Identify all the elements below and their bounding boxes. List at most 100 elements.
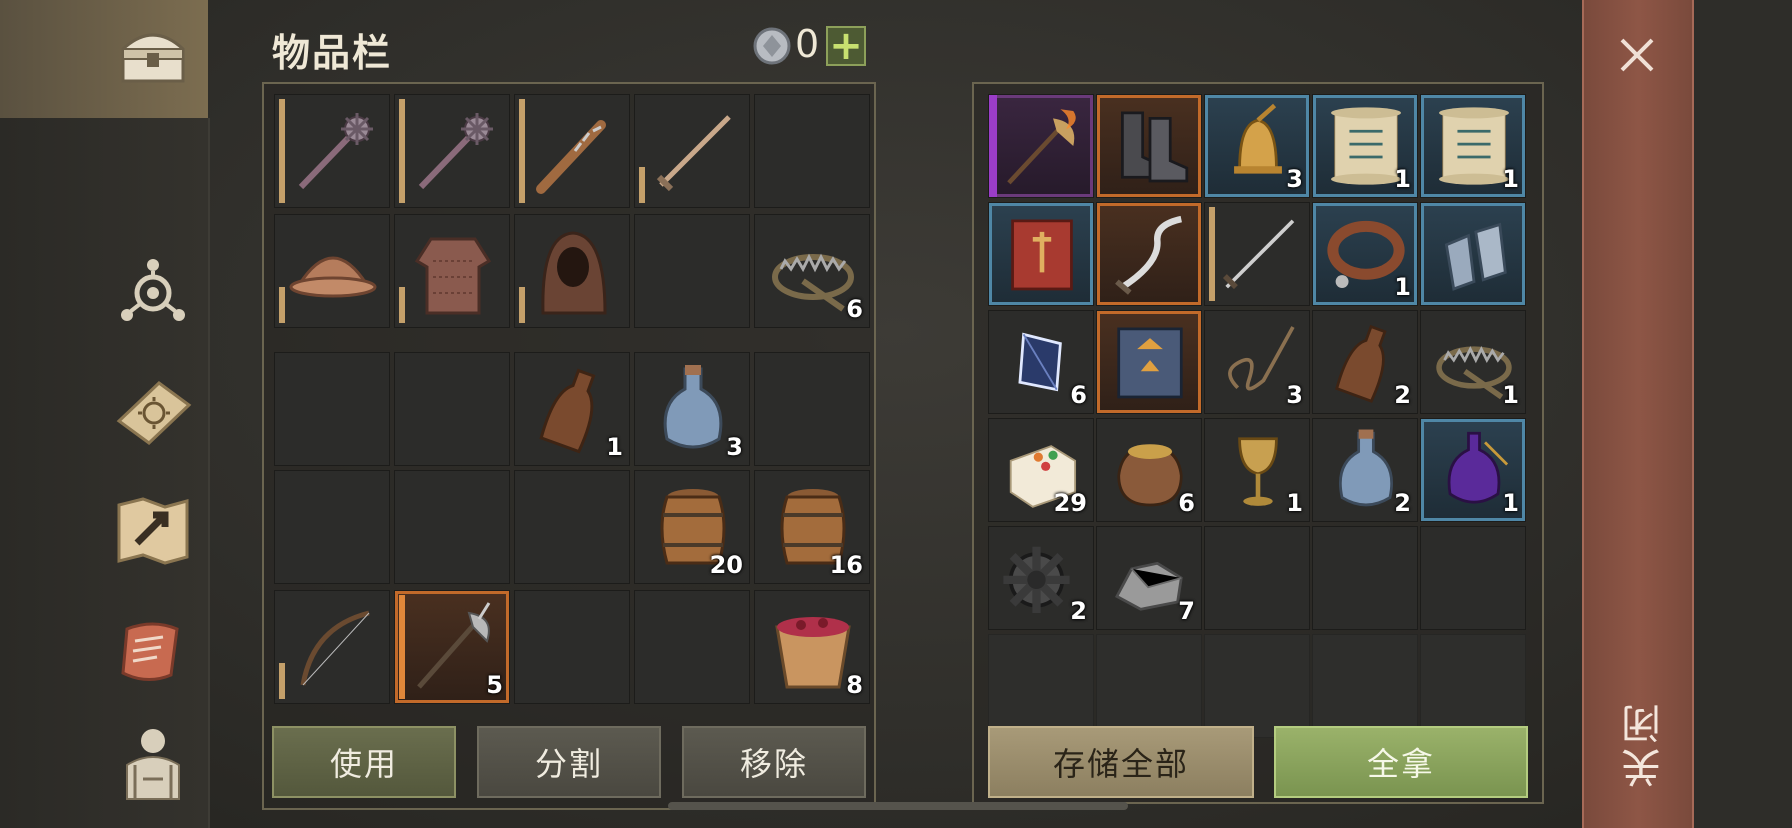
mace-icon — [298, 113, 373, 190]
bag-slot-empty[interactable] — [634, 590, 750, 704]
item-count: 1 — [1502, 381, 1519, 409]
storage-slot-grain-sack[interactable]: 6 — [1096, 418, 1202, 522]
item-count: 1 — [1286, 489, 1303, 517]
skills-icon[interactable] — [112, 250, 194, 332]
add-currency-button[interactable]: + — [826, 26, 866, 66]
side-nav — [0, 0, 210, 828]
equipment-slot-hood[interactable] — [514, 214, 630, 328]
item-count: 16 — [829, 551, 863, 579]
equipment-slot-sword[interactable] — [634, 94, 750, 208]
storage-slot-crystal[interactable]: 6 — [988, 310, 1094, 414]
item-count: 1 — [1394, 273, 1411, 301]
item-count: 3 — [1286, 381, 1303, 409]
equipment-slot-spiked-club[interactable] — [514, 94, 630, 208]
crafting-book-icon[interactable] — [112, 370, 194, 452]
storage-slot-rope[interactable]: 3 — [1204, 310, 1310, 414]
storage-slot-bottle[interactable]: 2 — [1312, 310, 1418, 414]
bag-slot-empty[interactable] — [274, 470, 390, 584]
close-label[interactable]: 关闭 — [1616, 700, 1674, 788]
bag-slot-empty[interactable] — [274, 352, 390, 466]
curved-blade-icon — [1115, 215, 1183, 295]
use-button[interactable]: 使用 — [272, 726, 456, 798]
bag-slot-barrel[interactable]: 16 — [754, 470, 870, 584]
red-book-icon — [1011, 219, 1073, 291]
storage-slot-curved-blade[interactable] — [1096, 202, 1202, 306]
chainmail-icon — [414, 237, 492, 315]
storage-slot-stone-ore[interactable]: 7 — [1096, 526, 1202, 630]
storage-slot-bell[interactable]: 3 — [1204, 94, 1310, 198]
bag-slot-berry-bucket[interactable]: 8 — [754, 590, 870, 704]
storage-slot-boots[interactable] — [1096, 94, 1202, 198]
storage-slot-flaming-axe[interactable] — [988, 94, 1094, 198]
hood-icon — [541, 231, 607, 315]
storage-slot-empty[interactable] — [1204, 634, 1310, 738]
currency-count: 0 — [795, 22, 820, 66]
storage-slot-gear-part[interactable]: 2 — [988, 526, 1094, 630]
equipment-slot-mace[interactable] — [274, 94, 390, 208]
storage-slot-scroll[interactable]: 1 — [1312, 94, 1418, 198]
storage-slot-red-book[interactable] — [988, 202, 1094, 306]
item-count: 29 — [1053, 489, 1087, 517]
item-count: 1 — [1502, 489, 1519, 517]
silver-coin-icon — [753, 27, 791, 65]
scroll-indicator[interactable] — [668, 802, 1128, 810]
mace-icon — [418, 113, 493, 190]
map-icon[interactable] — [112, 490, 194, 572]
storage-slot-longsword[interactable] — [1204, 202, 1310, 306]
equipment-slot-chainmail[interactable] — [394, 214, 510, 328]
quest-scroll-icon[interactable] — [112, 610, 194, 692]
storage-slot-cake[interactable]: 29 — [988, 418, 1094, 522]
storage-slot-collar[interactable]: 1 — [1312, 202, 1418, 306]
bag-slot-empty[interactable] — [514, 470, 630, 584]
storage-slot-bear-trap[interactable]: 1 — [1420, 310, 1526, 414]
item-count: 1 — [1394, 165, 1411, 193]
storage-slot-empty[interactable] — [1420, 526, 1526, 630]
equipment-slot-mace[interactable] — [394, 94, 510, 208]
storage-slot-goblet[interactable]: 1 — [1204, 418, 1310, 522]
store-all-button[interactable]: 存储全部 — [988, 726, 1254, 798]
remove-button[interactable]: 移除 — [682, 726, 866, 798]
storage-slot-scroll[interactable]: 1 — [1420, 94, 1526, 198]
character-icon[interactable] — [112, 720, 194, 802]
chest-icon[interactable] — [112, 14, 194, 96]
bag-slot-potion-flask[interactable]: 3 — [634, 352, 750, 466]
storage-slot-blue-book[interactable] — [1096, 310, 1202, 414]
bag-slot-bow[interactable] — [274, 590, 390, 704]
item-count: 6 — [846, 295, 863, 323]
bag-slot-halberd[interactable]: 5 — [394, 590, 510, 704]
storage-slot-gauntlets[interactable] — [1420, 202, 1526, 306]
storage-slot-empty[interactable] — [1312, 634, 1418, 738]
sword-icon — [656, 115, 731, 192]
storage-slot-empty[interactable] — [1096, 634, 1202, 738]
longsword-icon — [1222, 219, 1295, 290]
close-icon[interactable] — [1612, 30, 1662, 80]
bag-slot-empty[interactable] — [394, 470, 510, 584]
take-all-button[interactable]: 全拿 — [1274, 726, 1528, 798]
storage-slot-potion-flask[interactable]: 2 — [1312, 418, 1418, 522]
inventory-title: 物品栏 — [272, 31, 393, 75]
storage-slot-empty[interactable] — [1420, 634, 1526, 738]
equipment-slot-empty[interactable] — [754, 94, 870, 208]
item-count: 5 — [486, 671, 503, 699]
equipment-slot-helmet[interactable] — [274, 214, 390, 328]
item-count: 3 — [1286, 165, 1303, 193]
storage-slot-empty[interactable] — [1312, 526, 1418, 630]
storage-slot-empty[interactable] — [1204, 526, 1310, 630]
bag-slot-bottle[interactable]: 1 — [514, 352, 630, 466]
bag-slot-empty[interactable] — [754, 352, 870, 466]
bag-slot-empty[interactable] — [394, 352, 510, 466]
flaming-axe-icon — [1007, 109, 1076, 185]
equipment-slot-bear-trap[interactable]: 6 — [754, 214, 870, 328]
item-count: 2 — [1394, 381, 1411, 409]
bag-slot-empty[interactable] — [514, 590, 630, 704]
storage-slot-purple-potion[interactable]: 1 — [1420, 418, 1526, 522]
bow-icon — [300, 610, 370, 686]
storage-slot-empty[interactable] — [988, 634, 1094, 738]
equipment-slot-empty[interactable] — [634, 214, 750, 328]
bag-slot-barrel[interactable]: 20 — [634, 470, 750, 584]
spiked-club-icon — [536, 120, 606, 194]
helmet-icon — [289, 256, 377, 298]
gauntlets-icon — [1444, 222, 1507, 291]
split-button[interactable]: 分割 — [477, 726, 661, 798]
item-count: 8 — [846, 671, 863, 699]
